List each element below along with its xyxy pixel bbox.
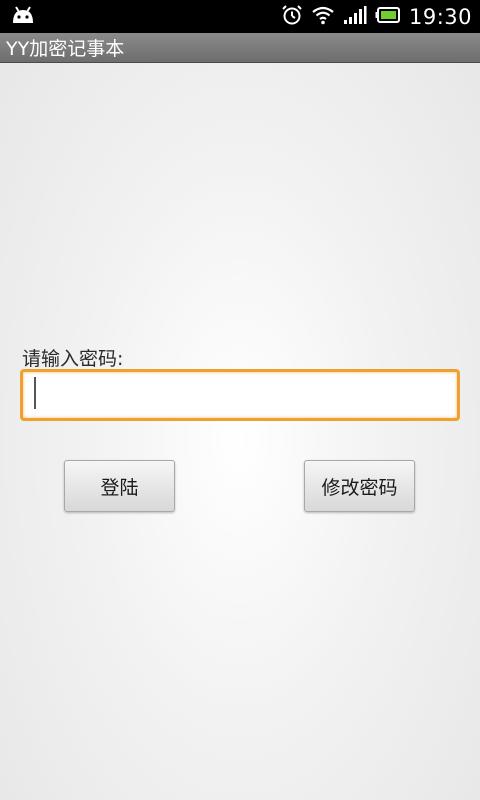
android-icon — [10, 5, 36, 29]
status-bar: 19:30 — [0, 0, 480, 33]
status-left — [10, 5, 36, 29]
wifi-icon — [311, 5, 335, 29]
change-password-button[interactable]: 修改密码 — [304, 460, 415, 512]
alarm-icon — [281, 4, 303, 30]
app-title-bar: YY加密记事本 — [0, 33, 480, 63]
status-right: 19:30 — [281, 4, 472, 30]
password-prompt-label: 请输入密码: — [22, 348, 124, 370]
password-input[interactable] — [20, 369, 460, 421]
app-title: YY加密记事本 — [6, 38, 125, 60]
login-button[interactable]: 登陆 — [64, 460, 175, 512]
text-cursor — [34, 377, 36, 409]
signal-icon — [343, 5, 367, 29]
battery-icon — [375, 6, 401, 28]
status-time: 19:30 — [408, 4, 472, 29]
